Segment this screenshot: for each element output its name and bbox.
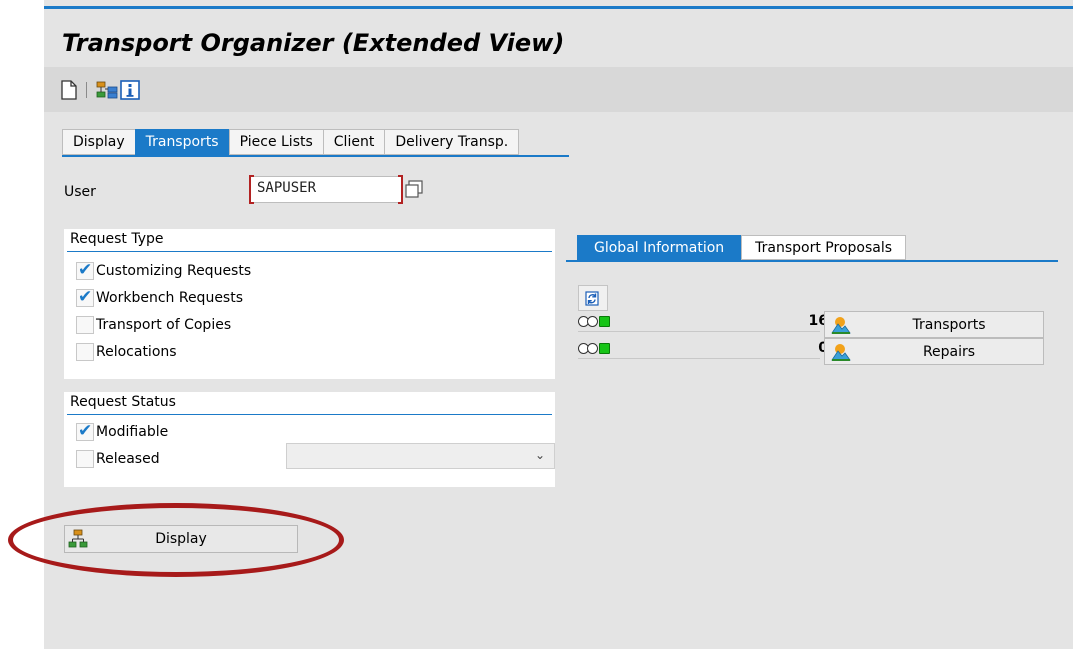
tabs-underline [62, 155, 569, 157]
tab-client[interactable]: Client [322, 129, 385, 155]
user-label: User [64, 184, 96, 200]
refresh-button[interactable] [578, 285, 608, 311]
checkbox-transport-of-copies[interactable]: Transport of Copies [76, 315, 231, 335]
request-type-title: Request Type [70, 231, 164, 247]
tab-delivery-transp[interactable]: Delivery Transp. [384, 129, 520, 155]
status-lights-icon [578, 342, 610, 354]
transport-organizer-window: Transport Organizer (Extended View) Disp… [44, 0, 1073, 649]
checkbox[interactable] [76, 343, 94, 361]
group-divider [67, 414, 552, 415]
checkbox[interactable] [76, 287, 94, 307]
row-divider [578, 331, 820, 332]
repairs-button[interactable]: Repairs [824, 338, 1044, 365]
checkbox-label: Customizing Requests [96, 263, 252, 279]
checkbox[interactable] [76, 260, 94, 280]
request-status-title: Request Status [70, 394, 176, 410]
checkbox-modifiable[interactable]: Modifiable [76, 421, 169, 442]
tab-global-information[interactable]: Global Information [577, 235, 742, 260]
display-button-label: Display [155, 531, 207, 547]
checkbox[interactable] [76, 316, 94, 334]
checkbox-customizing-requests[interactable]: Customizing Requests [76, 260, 252, 281]
user-input[interactable]: SAPUSER [250, 176, 402, 203]
checkbox[interactable] [76, 421, 94, 441]
info-row-transports: 16 Transports [578, 311, 1044, 339]
checkbox-label: Workbench Requests [96, 290, 244, 306]
info-tabs-underline [566, 260, 1058, 262]
info-icon[interactable] [120, 80, 140, 100]
checkbox-relocations[interactable]: Relocations [76, 342, 177, 362]
tab-piece-lists[interactable]: Piece Lists [228, 129, 323, 155]
hierarchy-icon[interactable] [96, 80, 118, 100]
checkbox-label: Transport of Copies [96, 317, 232, 333]
info-tabs: Global Information Transport Proposals [577, 235, 907, 260]
checkbox-label: Relocations [96, 344, 177, 360]
checkbox-released[interactable]: Released [76, 449, 160, 469]
checkbox-label: Modifiable [96, 424, 169, 440]
title-bar: Transport Organizer (Extended View) [44, 9, 1073, 67]
toolbar [44, 67, 1073, 112]
tab-transports[interactable]: Transports [134, 129, 229, 155]
transports-count: 16 [808, 313, 828, 329]
chevron-down-icon[interactable]: ⌄ [535, 448, 545, 462]
refresh-icon [585, 291, 599, 306]
checkbox-label: Released [96, 451, 160, 467]
new-document-icon[interactable] [60, 80, 78, 100]
transports-button-label: Transports [912, 317, 986, 333]
transports-button[interactable]: Transports [824, 311, 1044, 338]
released-date-select[interactable]: ⌄ [286, 443, 555, 469]
main-tabs: Display Transports Piece Lists Client De… [62, 129, 520, 155]
display-button[interactable]: Display [64, 525, 298, 553]
checkbox-workbench-requests[interactable]: Workbench Requests [76, 287, 244, 308]
info-row-repairs: 0 Repairs [578, 338, 1044, 366]
repairs-count: 0 [788, 340, 828, 356]
request-type-group: Request Type Customizing Requests Workbe… [64, 229, 555, 379]
tab-display[interactable]: Display [62, 129, 135, 155]
tab-transport-proposals[interactable]: Transport Proposals [741, 235, 907, 260]
repairs-button-label: Repairs [922, 344, 976, 360]
status-lights-icon [578, 315, 610, 327]
row-divider [578, 358, 820, 359]
group-divider [67, 251, 552, 252]
toolbar-separator [86, 82, 87, 98]
request-status-group: Request Status Modifiable Released ⌄ [64, 392, 555, 487]
input-focus-bracket-left [249, 175, 254, 204]
checkbox[interactable] [76, 450, 94, 468]
value-help-icon[interactable] [404, 179, 424, 199]
input-focus-bracket-right [398, 175, 403, 204]
page-title: Transport Organizer (Extended View) [62, 29, 565, 57]
main-content: Display Transports Piece Lists Client De… [44, 112, 1073, 649]
